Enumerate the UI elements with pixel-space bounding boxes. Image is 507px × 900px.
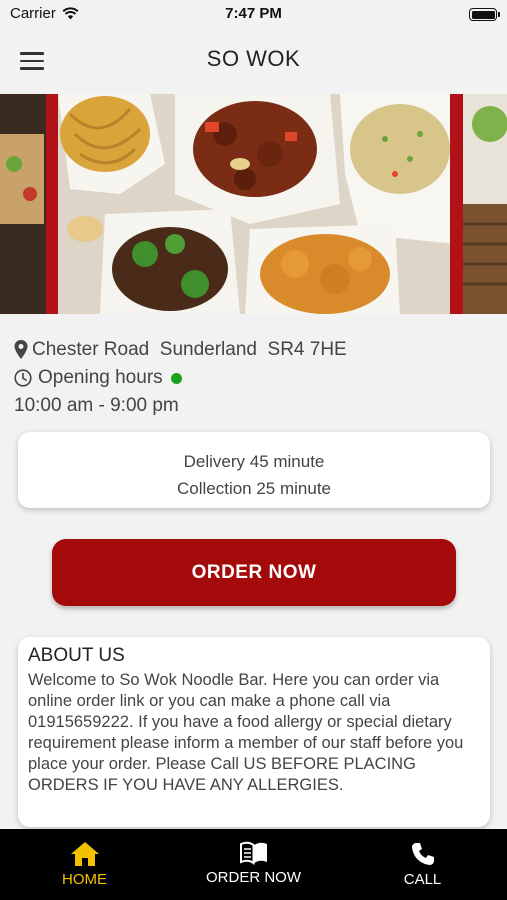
tab-bar: HOME ORDER NOW CALL (0, 829, 507, 900)
address-text: Chester Road Sunderland SR4 7HE (32, 339, 347, 360)
about-text: Welcome to So Wok Noodle Bar. Here you c… (28, 671, 464, 794)
delivery-time: Delivery 45 minute (183, 452, 325, 471)
status-time: 7:47 PM (225, 5, 282, 22)
tab-home-label: HOME (62, 871, 107, 888)
restaurant-info: Chester Road Sunderland SR4 7HE Opening … (14, 336, 494, 420)
hero-food-image (0, 94, 507, 314)
tab-call[interactable]: CALL (338, 829, 507, 900)
phone-icon (411, 843, 434, 865)
opening-hours-row: Opening hours (14, 364, 494, 392)
tab-call-label: CALL (403, 871, 442, 888)
delivery-card: Delivery 45 minute Collection 25 minute (18, 432, 490, 508)
about-card: ABOUT US Welcome to So Wok Noodle Bar. H… (18, 637, 490, 827)
map-pin-icon (14, 340, 28, 359)
page-title: SO WOK (206, 46, 301, 71)
menu-book-icon (239, 841, 267, 865)
hours-times: 10:00 am - 9:00 pm (14, 395, 179, 416)
tab-order-now-label: ORDER NOW (206, 869, 301, 886)
order-now-button[interactable]: ORDER NOW (52, 539, 456, 606)
tab-home[interactable]: HOME (0, 829, 169, 900)
address-row: Chester Road Sunderland SR4 7HE (14, 336, 494, 364)
tab-order-now[interactable]: ORDER NOW (169, 829, 338, 900)
clock-icon (14, 369, 32, 387)
about-title: ABOUT US (28, 645, 125, 666)
status-bar: Carrier 7:47 PM (0, 0, 507, 30)
battery-icon (469, 8, 500, 21)
open-status-indicator (170, 372, 182, 384)
nav-bar: SO WOK (0, 30, 507, 92)
home-icon (70, 842, 99, 866)
collection-time: Collection 25 minute (176, 479, 332, 498)
opening-hours-label: Opening hours (38, 367, 163, 388)
